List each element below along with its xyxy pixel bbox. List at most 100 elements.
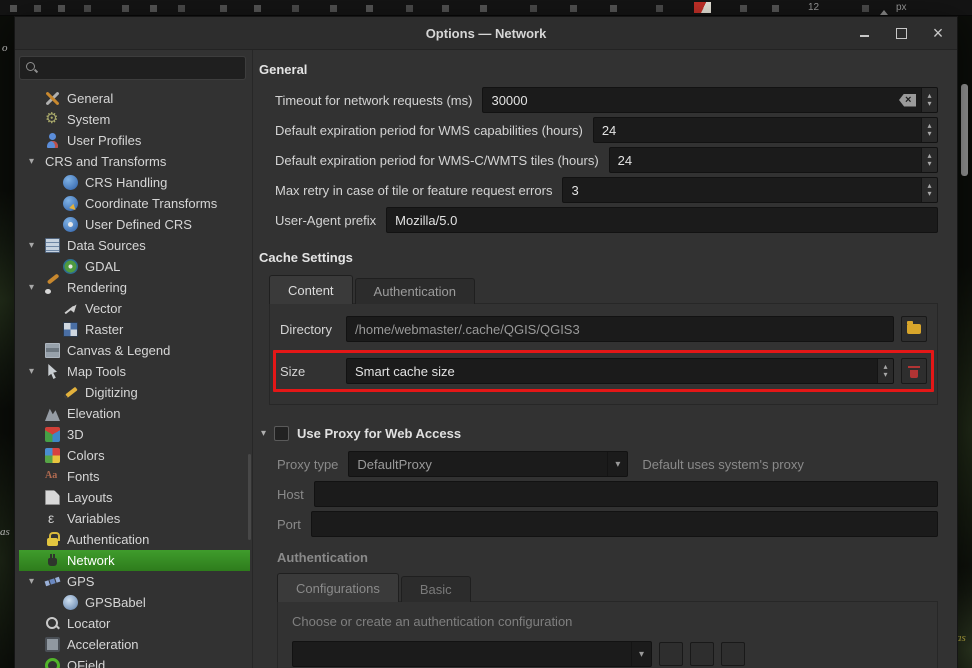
timeout-input[interactable]: 30000 xyxy=(482,87,938,113)
sidebar-item-system[interactable]: System xyxy=(19,109,250,130)
qgis-toolbar-background: 12 px xyxy=(0,0,972,16)
sidebar-item-label: Fonts xyxy=(67,469,100,484)
sidebar-item-variables[interactable]: Variables xyxy=(19,508,250,529)
proxy-host-input[interactable] xyxy=(314,481,938,507)
expand-arrow-icon[interactable] xyxy=(29,157,45,167)
sidebar-item-fonts[interactable]: Fonts xyxy=(19,466,250,487)
sidebar-scrollbar-thumb[interactable] xyxy=(248,454,251,540)
auth-config-edit-button[interactable] xyxy=(690,642,714,666)
magnifier-icon xyxy=(45,616,60,631)
sidebar-item-label: CRS Handling xyxy=(85,175,167,190)
scrollbar-thumb[interactable] xyxy=(961,84,968,176)
form-row-proxy-host: Host xyxy=(277,481,938,507)
form-row-timeout: Timeout for network requests (ms) 30000 xyxy=(275,87,938,113)
spinner-buttons[interactable] xyxy=(921,178,937,202)
auth-config-remove-button[interactable] xyxy=(721,642,745,666)
sidebar-item-crs-and-transforms[interactable]: CRS and Transforms xyxy=(19,151,250,172)
sidebar-item-label: CRS and Transforms xyxy=(45,154,166,169)
user-agent-input[interactable]: Mozilla/5.0 xyxy=(386,207,938,233)
sidebar-item-canvas-legend[interactable]: Canvas & Legend xyxy=(19,340,250,361)
wms-expiry-input[interactable]: 24 xyxy=(593,117,938,143)
proxy-type-select[interactable]: DefaultProxy xyxy=(348,451,628,477)
sidebar-item-user-defined-crs[interactable]: User Defined CRS xyxy=(19,214,250,235)
globe-user-icon xyxy=(63,217,78,232)
sidebar-item-gdal[interactable]: GDAL xyxy=(19,256,250,277)
sidebar-item-qfield[interactable]: QField xyxy=(19,655,250,668)
sidebar-item-acceleration[interactable]: Acceleration xyxy=(19,634,250,655)
sidebar-item-authentication[interactable]: Authentication xyxy=(19,529,250,550)
tab-authentication[interactable]: Authentication xyxy=(355,278,475,304)
sidebar-item-map-tools[interactable]: Map Tools xyxy=(19,361,250,382)
sidebar-item-layouts[interactable]: Layouts xyxy=(19,487,250,508)
expand-arrow-icon[interactable] xyxy=(29,283,45,293)
sidebar-item-label: 3D xyxy=(67,427,84,442)
sidebar-item-vector[interactable]: Vector xyxy=(19,298,250,319)
auth-config-select[interactable] xyxy=(292,641,652,667)
sidebar-item-rendering[interactable]: Rendering xyxy=(19,277,250,298)
proxy-port-input[interactable] xyxy=(311,511,938,537)
spinner-buttons[interactable] xyxy=(921,148,937,172)
auth-config-add-button[interactable] xyxy=(659,642,683,666)
sidebar-item-locator[interactable]: Locator xyxy=(19,613,250,634)
form-row-cache-size: Size Smart cache size xyxy=(280,358,927,384)
wrench-icon xyxy=(45,91,60,106)
sidebar-item-user-profiles[interactable]: User Profiles xyxy=(19,130,250,151)
expand-arrow-icon[interactable] xyxy=(29,241,45,251)
cache-size-input[interactable]: Smart cache size xyxy=(346,358,894,384)
use-proxy-checkbox[interactable] xyxy=(274,426,289,441)
field-label: Directory xyxy=(280,322,346,337)
field-value: 24 xyxy=(594,123,921,138)
close-button[interactable] xyxy=(931,26,945,40)
globe-transform-icon xyxy=(63,196,78,211)
search-box[interactable] xyxy=(19,56,246,80)
sidebar-item-coordinate-transforms[interactable]: Coordinate Transforms xyxy=(19,193,250,214)
minimize-button[interactable] xyxy=(857,26,871,40)
sidebar-item-general[interactable]: General xyxy=(19,88,250,109)
wmts-expiry-input[interactable]: 24 xyxy=(609,147,938,173)
tab-configurations[interactable]: Configurations xyxy=(277,573,399,602)
field-label: Size xyxy=(280,364,346,379)
sidebar-item-label: Raster xyxy=(85,322,123,337)
tab-basic[interactable]: Basic xyxy=(401,576,471,602)
sidebar-item-data-sources[interactable]: Data Sources xyxy=(19,235,250,256)
browse-directory-button[interactable] xyxy=(901,316,927,342)
page-icon xyxy=(45,490,60,505)
clear-cache-button[interactable] xyxy=(901,358,927,384)
clear-field-icon[interactable] xyxy=(899,94,916,107)
field-value: Smart cache size xyxy=(347,364,877,379)
max-retry-input[interactable]: 3 xyxy=(562,177,938,203)
sidebar-item-network[interactable]: Network xyxy=(19,550,250,571)
spinner-buttons[interactable] xyxy=(877,359,893,383)
sidebar-item-label: Digitizing xyxy=(85,385,138,400)
sidebar-item-raster[interactable]: Raster xyxy=(19,319,250,340)
cache-directory-input[interactable]: /home/webmaster/.cache/QGIS/QGIS3 xyxy=(346,316,894,342)
sidebar-item-crs-handling[interactable]: CRS Handling xyxy=(19,172,250,193)
dialog-titlebar[interactable]: Options — Network xyxy=(15,17,957,50)
sidebar-item-3d[interactable]: 3D xyxy=(19,424,250,445)
sidebar-item-label: Locator xyxy=(67,616,110,631)
sidebar-item-label: GPS xyxy=(67,574,94,589)
sidebar-item-colors[interactable]: Colors xyxy=(19,445,250,466)
sidebar-item-digitizing[interactable]: Digitizing xyxy=(19,382,250,403)
section-heading-general: General xyxy=(259,62,938,77)
toolbar-fragment-unit: px xyxy=(896,2,907,14)
sidebar-item-label: Authentication xyxy=(67,532,149,547)
spinner-buttons[interactable] xyxy=(921,118,937,142)
sidebar-item-label: Coordinate Transforms xyxy=(85,196,217,211)
sidebar-item-gpsbabel[interactable]: GPSBabel xyxy=(19,592,250,613)
tab-content[interactable]: Content xyxy=(269,275,353,304)
trash-icon xyxy=(908,364,920,378)
expand-arrow-icon[interactable] xyxy=(29,367,45,377)
sidebar-item-label: Vector xyxy=(85,301,122,316)
cube-icon xyxy=(45,427,60,442)
collapse-arrow-icon[interactable] xyxy=(261,429,266,439)
spinner-buttons[interactable] xyxy=(921,88,937,112)
proxy-type-note: Default uses system's proxy xyxy=(642,457,803,472)
sidebar-item-gps[interactable]: GPS xyxy=(19,571,250,592)
search-input[interactable] xyxy=(44,60,239,76)
sidebar-item-label: Colors xyxy=(67,448,105,463)
field-value: Mozilla/5.0 xyxy=(387,213,937,228)
palette-icon xyxy=(45,448,60,463)
maximize-button[interactable] xyxy=(894,26,908,40)
sidebar-item-elevation[interactable]: Elevation xyxy=(19,403,250,424)
